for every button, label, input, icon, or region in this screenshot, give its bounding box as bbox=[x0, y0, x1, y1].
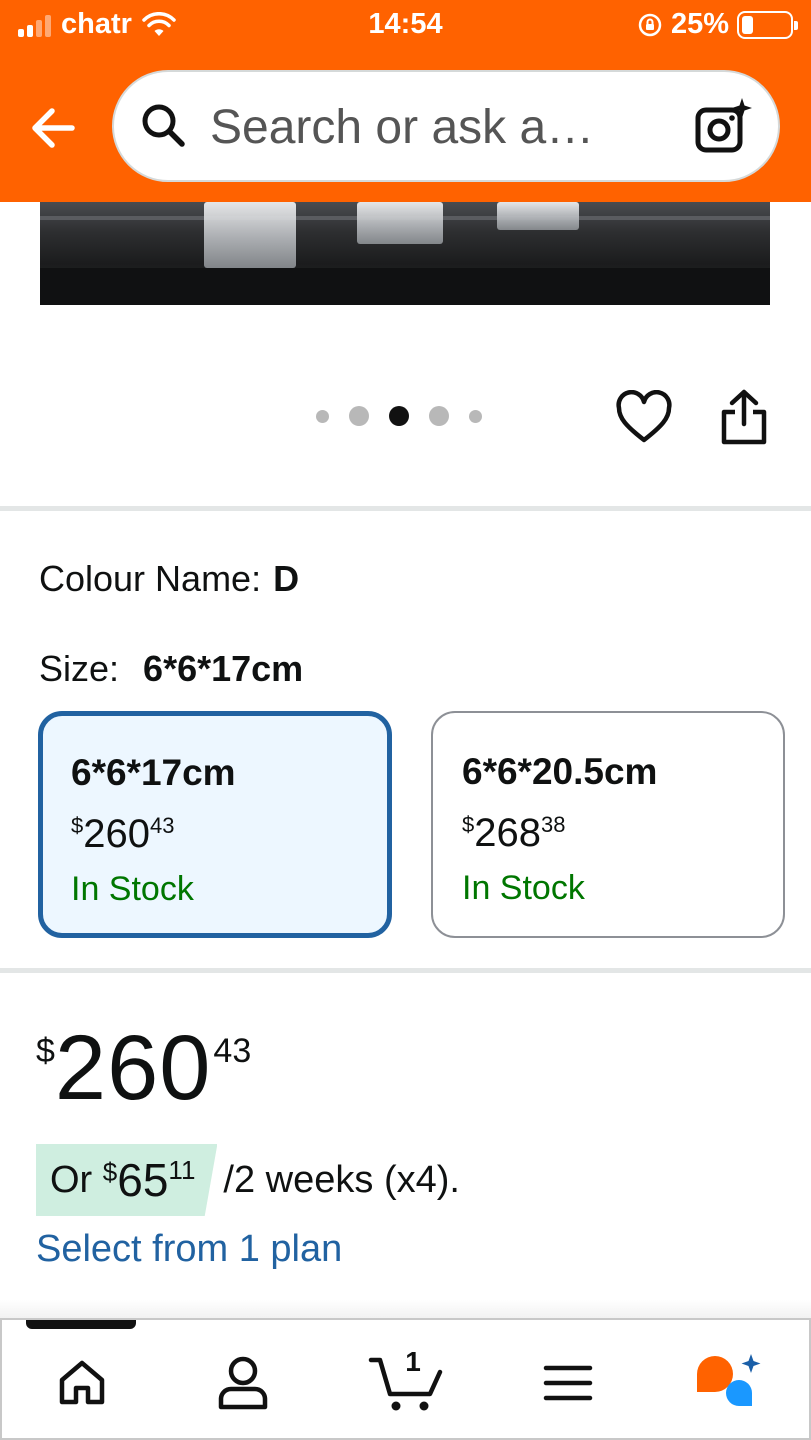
size-option-price: $26043 bbox=[71, 812, 175, 856]
carousel-dot bbox=[349, 406, 369, 426]
select-plan-link[interactable]: Select from 1 plan bbox=[36, 1228, 342, 1271]
size-row: Size: 6*6*17cm bbox=[39, 648, 303, 690]
cart-count-badge: 1 bbox=[405, 1346, 421, 1377]
menu-icon bbox=[543, 1365, 593, 1401]
installment-whole: 65 bbox=[117, 1154, 169, 1206]
battery-icon bbox=[737, 10, 798, 39]
price-fraction: 43 bbox=[213, 1032, 252, 1070]
camera-search-icon[interactable] bbox=[692, 96, 754, 158]
nav-rufus[interactable] bbox=[688, 1348, 768, 1418]
size-option-price: $26838 bbox=[462, 811, 566, 855]
orientation-lock-icon bbox=[638, 13, 662, 36]
account-icon bbox=[218, 1356, 268, 1410]
active-tab-indicator bbox=[26, 1320, 136, 1329]
section-divider bbox=[0, 968, 811, 973]
image-carousel-indicator bbox=[316, 406, 482, 426]
stock-status: In Stock bbox=[462, 869, 585, 907]
carousel-dot-active bbox=[389, 406, 409, 426]
size-label: Size: bbox=[39, 648, 120, 689]
price-currency: $ bbox=[36, 1032, 55, 1070]
size-option-card-selected[interactable]: 6*6*17cm $26043 In Stock bbox=[38, 711, 392, 938]
nav-menu[interactable] bbox=[528, 1348, 608, 1418]
size-value: 6*6*17cm bbox=[143, 648, 304, 689]
search-input[interactable]: Search or ask a… bbox=[210, 100, 594, 155]
installment-badge: Or $65 11 bbox=[36, 1144, 218, 1216]
colour-value: D bbox=[273, 558, 300, 599]
section-divider bbox=[0, 506, 811, 511]
nav-account[interactable] bbox=[203, 1348, 283, 1418]
size-option-title: 6*6*17cm bbox=[71, 752, 236, 793]
search-bar[interactable]: Search or ask a… bbox=[112, 70, 780, 182]
size-option-card[interactable]: 6*6*20.5cm $26838 In Stock bbox=[431, 711, 785, 938]
app-header: chatr 14:54 25% Search or ask a… bbox=[0, 0, 811, 202]
wishlist-heart-icon[interactable] bbox=[616, 390, 672, 446]
size-option-title: 6*6*20.5cm bbox=[462, 751, 658, 792]
nav-home[interactable] bbox=[42, 1348, 122, 1418]
rufus-assistant-icon bbox=[697, 1354, 761, 1406]
stock-status: In Stock bbox=[71, 870, 194, 908]
status-right: 25% bbox=[637, 8, 798, 41]
installment-prefix: Or bbox=[50, 1158, 93, 1201]
installment-fraction: 11 bbox=[168, 1154, 196, 1185]
home-icon bbox=[59, 1360, 105, 1405]
installment-suffix: /2 weeks (x4). bbox=[223, 1158, 460, 1201]
back-arrow-icon[interactable] bbox=[26, 98, 86, 158]
search-icon bbox=[142, 104, 185, 147]
status-bar: chatr 14:54 25% bbox=[0, 0, 811, 54]
colour-label: Colour Name: bbox=[39, 558, 262, 599]
battery-percent: 25% bbox=[670, 8, 729, 40]
carousel-dot bbox=[469, 409, 482, 423]
installment-currency: $ bbox=[102, 1156, 118, 1187]
carousel-dot bbox=[429, 406, 449, 426]
colour-name-row: Colour Name: D bbox=[39, 558, 299, 600]
share-icon[interactable] bbox=[718, 388, 770, 446]
product-image[interactable] bbox=[40, 202, 770, 305]
carousel-dot bbox=[316, 409, 329, 423]
price-whole: 260 bbox=[54, 1017, 212, 1119]
installment-offer: Or $65 11 /2 weeks (x4). bbox=[36, 1144, 460, 1216]
product-price: $ 260 43 bbox=[36, 1022, 251, 1114]
